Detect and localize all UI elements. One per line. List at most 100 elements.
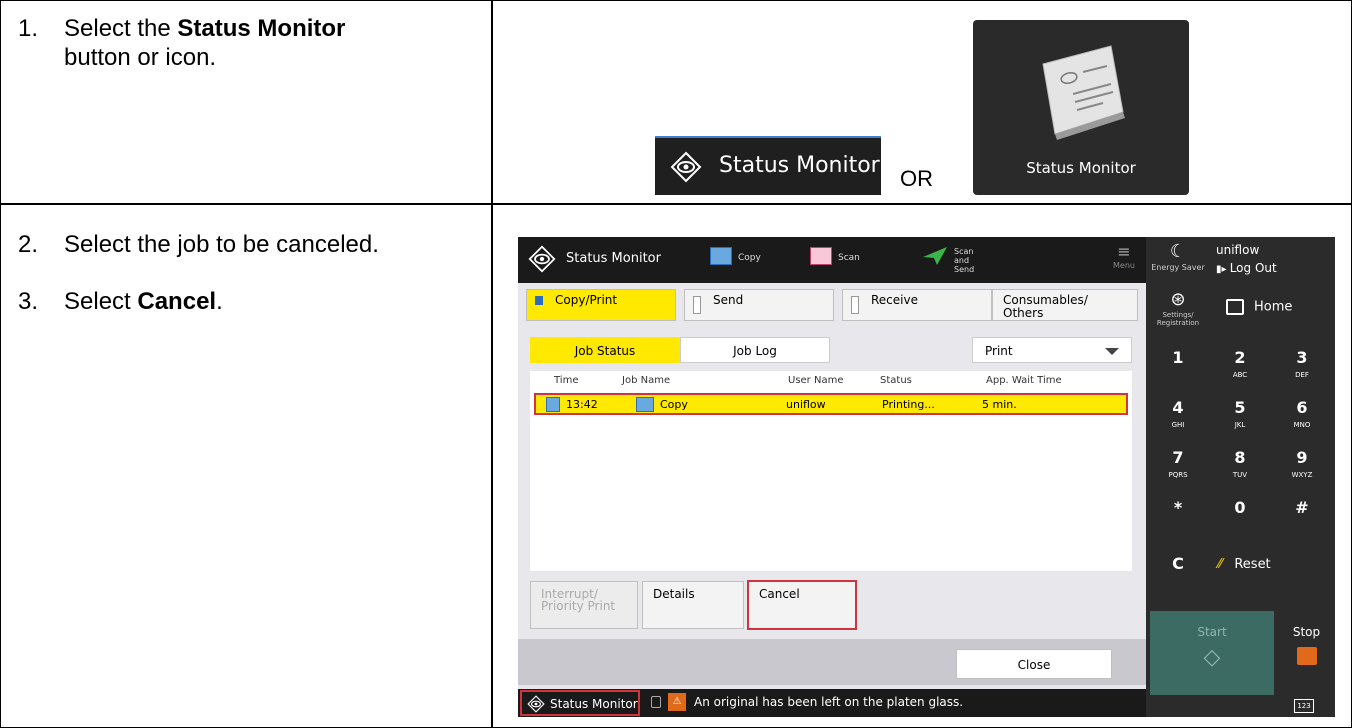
step-text-post: . — [216, 288, 223, 315]
tab-scan[interactable]: Scan — [838, 253, 860, 263]
key-label: * — [1173, 498, 1183, 517]
key-sub: GHI — [1171, 421, 1185, 429]
key-hash[interactable]: # — [1274, 489, 1330, 533]
home-icon — [1226, 299, 1244, 315]
job-user: uniflow — [786, 398, 826, 411]
key-label: 1 — [1172, 348, 1184, 367]
category-consumables[interactable]: Consumables/ Others — [992, 289, 1138, 321]
key-sub: DEF — [1295, 371, 1309, 379]
menu-label: Menu — [1113, 261, 1135, 270]
key-7[interactable]: 7 PQRS — [1150, 439, 1206, 483]
key-sub: PQRS — [1168, 471, 1188, 479]
send-icon — [923, 247, 947, 265]
key-sub: TUV — [1232, 471, 1248, 479]
key-label: 3 — [1296, 348, 1308, 367]
key-label: 7 — [1172, 448, 1184, 467]
key-label: 5 — [1234, 398, 1246, 417]
key-3[interactable]: 3 DEF — [1274, 339, 1330, 383]
print-select-value: Print — [985, 344, 1013, 358]
energy-saver-button[interactable]: ☾ Energy Saver — [1148, 241, 1208, 272]
column-user-name: User Name — [788, 375, 844, 386]
chevron-down-icon — [1105, 348, 1119, 355]
row-divider — [0, 203, 1352, 205]
print-select[interactable]: Print — [972, 337, 1132, 363]
menu-button[interactable]: ≡ Menu — [1109, 243, 1139, 277]
key-5[interactable]: 5 JKL — [1212, 389, 1268, 433]
key-label: C — [1172, 554, 1184, 573]
key-label: 2 — [1234, 348, 1246, 367]
tab-scan-and-send[interactable]: Scan and Send — [954, 247, 990, 274]
category-label: Copy/Print — [555, 293, 618, 307]
eye-icon — [528, 245, 556, 273]
home-button[interactable]: Home — [1226, 299, 1292, 315]
interrupt-priority-print-button[interactable]: Interrupt/ Priority Print — [530, 581, 638, 629]
logout-label: Log Out — [1229, 261, 1277, 275]
category-copy-print[interactable]: Copy/Print — [526, 289, 676, 321]
document-icon — [546, 397, 560, 412]
status-bar: Status Monitor ⚠ An original has been le… — [518, 689, 1146, 717]
logout-button[interactable]: ▮▸ Log Out — [1216, 261, 1277, 275]
step-number: 2. — [18, 231, 39, 258]
clear-key[interactable]: C — [1150, 545, 1206, 589]
job-time: 13:42 — [566, 398, 598, 411]
status-monitor-tile-label: Status Monitor — [1026, 159, 1136, 177]
reset-icon: ⁄⁄ — [1218, 557, 1223, 572]
tab-copy[interactable]: Copy — [738, 253, 761, 263]
stop-icon — [1296, 647, 1317, 665]
step-text-bold: Status Monitor — [177, 15, 346, 42]
device-title: Status Monitor — [566, 251, 661, 266]
job-status: Printing... — [882, 398, 935, 411]
key-6[interactable]: 6 MNO — [1274, 389, 1330, 433]
close-button[interactable]: Close — [956, 649, 1112, 679]
settings-registration-button[interactable]: ⊛ Settings/ Registration — [1148, 289, 1208, 327]
eye-icon — [670, 151, 702, 183]
key-sub: MNO — [1293, 421, 1311, 429]
cancel-button[interactable]: Cancel — [747, 580, 857, 630]
reset-button[interactable]: ⁄⁄ Reset — [1218, 557, 1271, 572]
button-label: Details — [653, 587, 695, 601]
home-label: Home — [1254, 299, 1293, 315]
button-label: Cancel — [759, 587, 800, 601]
key-4[interactable]: 4 GHI — [1150, 389, 1206, 433]
category-send[interactable]: Send — [684, 289, 834, 321]
button-label: Interrupt/ Priority Print — [541, 587, 616, 613]
key-label: 0 — [1234, 498, 1246, 517]
category-receive[interactable]: Receive — [842, 289, 992, 321]
menu-icon: ≡ — [1117, 242, 1131, 261]
status-monitor-tile[interactable]: Status Monitor — [973, 20, 1189, 195]
step-text: Select Cancel. — [64, 287, 223, 316]
step-text-pre: Select — [64, 288, 138, 315]
step-number: 3. — [18, 288, 39, 315]
stop-button[interactable]: Stop — [1278, 611, 1335, 695]
tab-job-log[interactable]: Job Log — [680, 337, 830, 363]
key-sub: WXYZ — [1291, 471, 1313, 479]
key-star[interactable]: * — [1150, 489, 1206, 533]
column-wait-time: App. Wait Time — [986, 375, 1062, 386]
indicator-icon — [535, 296, 543, 305]
key-1[interactable]: 1 — [1150, 339, 1206, 383]
key-label: 9 — [1296, 448, 1308, 467]
job-wait-time: 5 min. — [982, 398, 1017, 411]
keyboard-icon[interactable]: 123 — [1294, 699, 1314, 713]
key-label: 6 — [1296, 398, 1308, 417]
key-8[interactable]: 8 TUV — [1212, 439, 1268, 483]
key-label: 4 — [1172, 398, 1184, 417]
key-2[interactable]: 2 ABC — [1212, 339, 1268, 383]
table-row[interactable]: 13:42 Copy uniflow Printing... 5 min. — [534, 393, 1128, 415]
status-monitor-bar-button[interactable]: Status Monitor — [520, 690, 640, 716]
step-text-line2: button or icon. — [64, 44, 217, 71]
device-side-panel: ☾ Energy Saver uniflow ▮▸ Log Out ⊛ Sett… — [1146, 237, 1335, 717]
indicator-icon — [693, 296, 701, 314]
column-job-name: Job Name — [622, 375, 671, 386]
details-button[interactable]: Details — [642, 581, 744, 629]
gear-icon: ⊛ — [1170, 289, 1186, 310]
moon-icon: ☾ — [1169, 241, 1187, 262]
start-button[interactable]: Start ◇ — [1150, 611, 1274, 695]
settings-label: Settings/ Registration — [1156, 311, 1200, 327]
step-text-bold: Cancel — [137, 288, 217, 315]
status-monitor-button[interactable]: Status Monitor — [655, 136, 881, 195]
tab-job-status[interactable]: Job Status — [530, 337, 680, 363]
user-name: uniflow — [1216, 243, 1260, 257]
key-0[interactable]: 0 — [1212, 489, 1268, 533]
key-9[interactable]: 9 WXYZ — [1274, 439, 1330, 483]
